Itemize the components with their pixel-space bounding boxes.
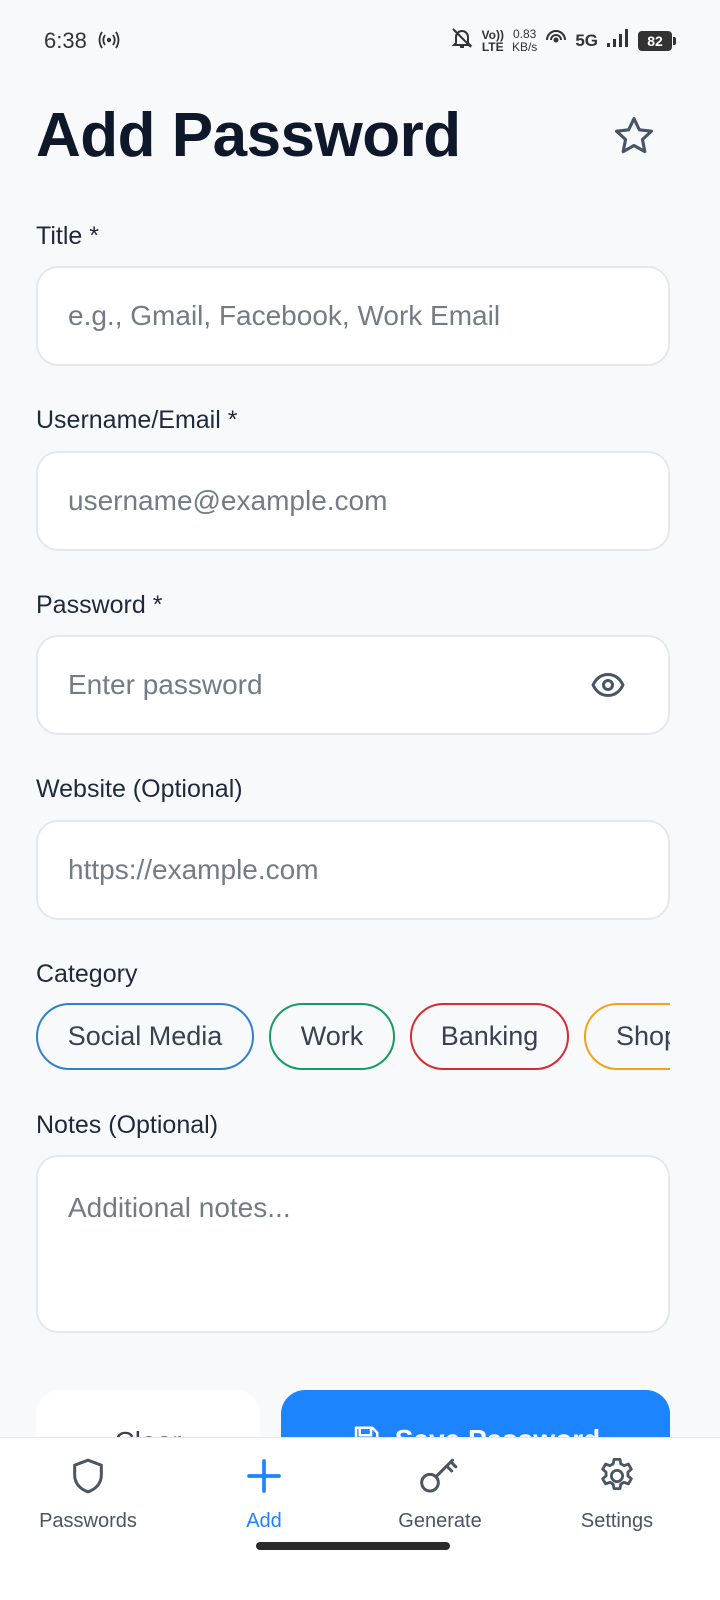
gear-icon [595,1454,639,1498]
website-label: Website (Optional) [36,775,243,803]
username-label: Username/Email * [36,406,238,434]
category-chip-work[interactable]: Work [269,1003,395,1070]
star-outline-icon [612,114,656,163]
add-password-screen: 6:38 Vo)) LTE 0.83 KB/s 5G 82 Add Passwo… [0,0,720,1600]
notes-label: Notes (Optional) [36,1111,219,1139]
network-speed-value: 0.83 [512,26,537,41]
status-time: 6:38 [44,28,87,53]
network-type: 5G [575,30,598,50]
password-field[interactable] [36,635,670,735]
nav-label-passwords: Passwords [39,1510,137,1532]
title-label: Title * [36,222,99,250]
notes-field[interactable] [36,1155,670,1333]
show-password-button[interactable] [588,667,628,707]
website-input[interactable] [68,854,668,886]
home-indicator[interactable] [256,1542,450,1550]
title-input[interactable] [68,300,668,332]
shield-icon [66,1454,110,1498]
favorite-button[interactable] [608,112,660,164]
nav-item-passwords[interactable]: Passwords [13,1454,163,1533]
website-field[interactable] [36,820,670,920]
hotspot-icon [98,30,120,55]
page-title: Add Password [36,101,461,170]
eye-icon [590,667,626,708]
bottom-nav: Passwords Add Generate Settings [0,1437,720,1600]
category-chip-banking[interactable]: Banking [410,1003,569,1070]
network-speed-unit: KB/s [511,39,538,54]
network-speed: 0.83 KB/s [511,26,538,54]
password-label: Password * [36,591,163,619]
category-chips: Social Media Work Banking Shop [36,1003,670,1071]
category-label: Category [36,960,138,988]
status-icons: Vo)) LTE 0.83 KB/s 5G 82 [450,26,676,55]
category-chip-social-media[interactable]: Social Media [36,1003,254,1070]
key-icon [418,1454,462,1498]
password-input[interactable] [68,669,568,701]
nav-label-add: Add [246,1510,282,1532]
nav-item-add[interactable]: Add [189,1454,339,1533]
plus-icon [242,1454,286,1498]
notes-input[interactable] [68,1191,638,1311]
status-bar: 6:38 Vo)) LTE 0.83 KB/s 5G 82 [0,0,720,80]
nav-item-settings[interactable]: Settings [542,1454,692,1533]
wifi-calling-icon [545,27,567,54]
volte-indicator: Vo)) LTE [482,29,504,53]
nav-label-settings: Settings [580,1510,654,1532]
battery-indicator: 82 [638,30,676,51]
bell-muted-icon [450,26,474,55]
username-input[interactable] [68,485,668,517]
volte-bottom-label: LTE [481,39,504,54]
nav-label-generate: Generate [398,1510,482,1532]
title-field[interactable] [36,266,670,366]
signal-icon [606,28,630,53]
username-field[interactable] [36,451,670,551]
category-chip-shop[interactable]: Shop [584,1003,670,1070]
nav-item-generate[interactable]: Generate [365,1454,515,1533]
